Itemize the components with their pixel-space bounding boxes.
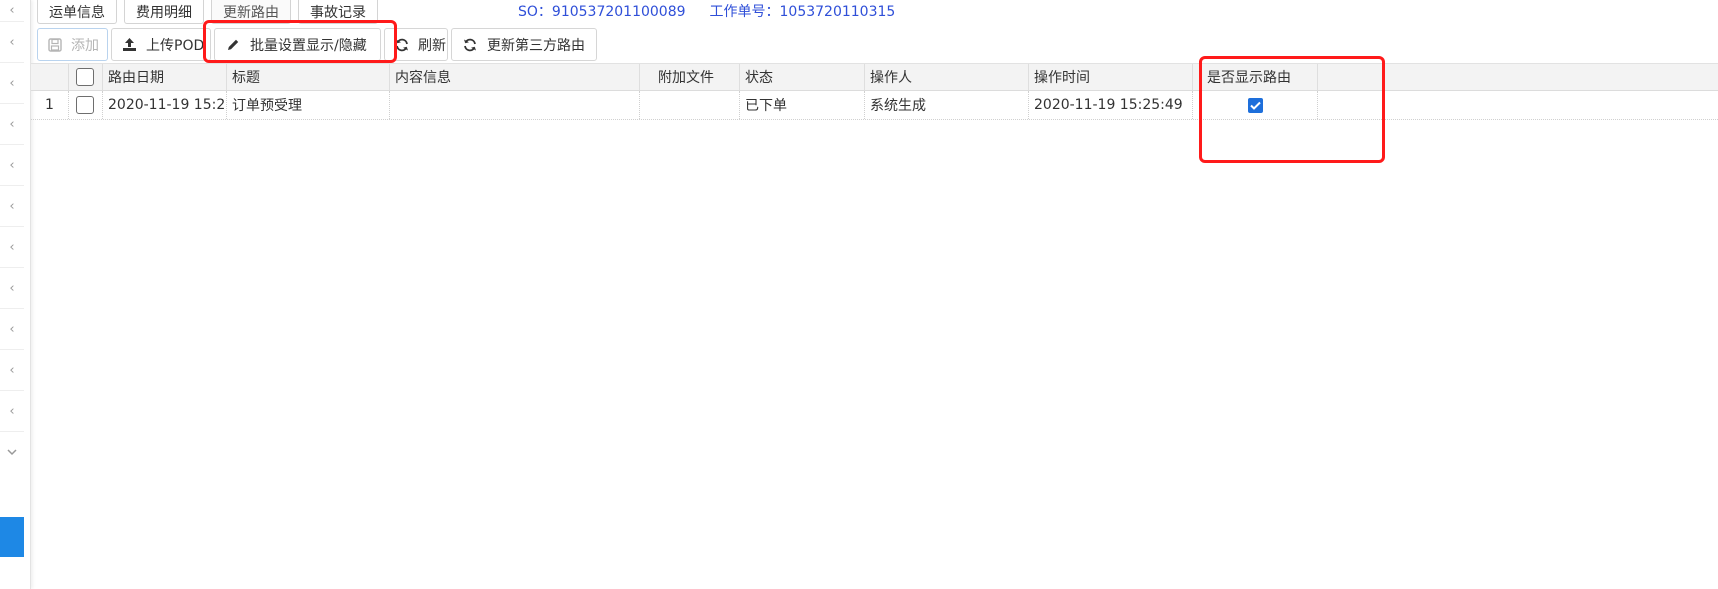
sidebar-active-item[interactable] (0, 517, 24, 557)
left-sidebar: ‹ ‹ ‹ ‹ ‹ ‹ ‹ ‹ ‹ ‹ ‹ (0, 0, 31, 589)
cell-content (390, 91, 640, 119)
select-all-checkbox[interactable] (76, 68, 94, 86)
sidebar-expand-button[interactable]: ‹ (0, 22, 24, 63)
cell-show-route (1193, 91, 1318, 119)
route-grid: 路由日期 标题 内容信息 附加文件 状态 操作人 操作时间 是否显示路由 1 2… (31, 63, 1718, 120)
sidebar-expand-button[interactable]: ‹ (0, 391, 24, 432)
sidebar-expand-button[interactable]: ‹ (0, 145, 24, 186)
grid-header: 路由日期 标题 内容信息 附加文件 状态 操作人 操作时间 是否显示路由 (31, 63, 1718, 91)
refresh-label: 刷新 (418, 37, 446, 54)
sidebar-expand-button[interactable]: ‹ (0, 268, 24, 309)
column-header-operation-time[interactable]: 操作时间 (1029, 64, 1193, 90)
row-checkbox[interactable] (76, 96, 94, 114)
work-order-number: 工作单号：1053720110315 (709, 3, 896, 20)
table-row[interactable]: 1 2020-11-19 15:25 订单预受理 已下单 系统生成 2020-1… (31, 91, 1718, 120)
select-all-cell (69, 64, 103, 90)
chevron-left-icon: ‹ (9, 321, 15, 337)
refresh-button[interactable]: 刷新 (384, 28, 448, 61)
sidebar-expand-button[interactable]: ‹ (0, 186, 24, 227)
chevron-left-icon: ‹ (9, 239, 15, 255)
add-button-label: 添加 (71, 37, 99, 54)
sidebar-expand-button[interactable]: ‹ (0, 104, 24, 145)
refresh-icon (462, 37, 478, 53)
chevron-left-icon: ‹ (9, 362, 15, 378)
row-number: 1 (31, 91, 69, 119)
so-number: SO：910537201100089 (518, 3, 686, 20)
upload-icon (122, 37, 137, 53)
pencil-icon (225, 37, 241, 53)
cell-route-date: 2020-11-19 15:25 (103, 91, 227, 119)
row-number-header (31, 64, 69, 90)
column-header-content[interactable]: 内容信息 (390, 64, 640, 90)
chevron-left-icon: ‹ (9, 403, 15, 419)
show-route-checkbox[interactable] (1247, 97, 1263, 113)
upload-pod-label: 上传POD (146, 37, 205, 54)
chevron-left-icon: ‹ (9, 280, 15, 296)
update-third-party-route-label: 更新第三方路由 (487, 37, 585, 54)
upload-pod-button[interactable]: 上传POD (111, 28, 211, 61)
column-header-attachment[interactable]: 附加文件 (640, 64, 740, 90)
toolbar: 添加 上传POD 批量设置显示/隐藏 刷新 更新第三方路由 (37, 28, 600, 61)
order-info: SO：910537201100089 工作单号：1053720110315 (518, 0, 895, 21)
add-button[interactable]: 添加 (37, 28, 108, 61)
column-header-show-route[interactable]: 是否显示路由 (1193, 64, 1318, 90)
chevron-left-icon: ‹ (9, 157, 15, 173)
save-icon (48, 37, 62, 53)
sidebar-expand-button[interactable]: ‹ (0, 63, 24, 104)
batch-show-hide-label: 批量设置显示/隐藏 (250, 37, 367, 54)
sidebar-expand-button[interactable]: ‹ (0, 227, 24, 268)
chevron-left-icon: ‹ (9, 34, 15, 50)
chevron-down-icon (7, 445, 17, 460)
page-root: ‹ ‹ ‹ ‹ ‹ ‹ ‹ ‹ ‹ ‹ ‹ 运单信息 费用明细 更新路由 事故记… (0, 0, 1718, 589)
cell-operator: 系统生成 (865, 91, 1029, 119)
chevron-left-icon: ‹ (9, 198, 15, 214)
sidebar-expand-button[interactable]: ‹ (0, 309, 24, 350)
check-icon (1249, 101, 1261, 110)
cell-title: 订单预受理 (227, 91, 390, 119)
cell-operation-time: 2020-11-19 15:25:49 (1029, 91, 1193, 119)
update-third-party-route-button[interactable]: 更新第三方路由 (451, 28, 597, 61)
chevron-left-icon: ‹ (9, 75, 15, 91)
cell-attachment (640, 91, 740, 119)
chevron-left-icon: ‹ (9, 116, 15, 132)
cell-status: 已下单 (740, 91, 865, 119)
sidebar-expand-button[interactable]: ‹ (0, 0, 24, 22)
column-header-route-date[interactable]: 路由日期 (103, 64, 227, 90)
column-header-status[interactable]: 状态 (740, 64, 865, 90)
chevron-left-icon: ‹ (9, 3, 15, 18)
tab-waybill-info[interactable]: 运单信息 (37, 0, 117, 24)
row-select-cell (69, 91, 103, 119)
sidebar-expand-button[interactable]: ‹ (0, 350, 24, 391)
batch-show-hide-button[interactable]: 批量设置显示/隐藏 (214, 28, 381, 61)
column-header-operator[interactable]: 操作人 (865, 64, 1029, 90)
tab-accident-record[interactable]: 事故记录 (298, 0, 378, 24)
refresh-icon (395, 37, 409, 53)
tab-bar: 运单信息 费用明细 更新路由 事故记录 (37, 0, 385, 24)
column-header-title[interactable]: 标题 (227, 64, 390, 90)
tab-update-route[interactable]: 更新路由 (211, 0, 291, 24)
sidebar-collapse-button[interactable] (0, 432, 24, 473)
tab-fee-detail[interactable]: 费用明细 (124, 0, 204, 24)
